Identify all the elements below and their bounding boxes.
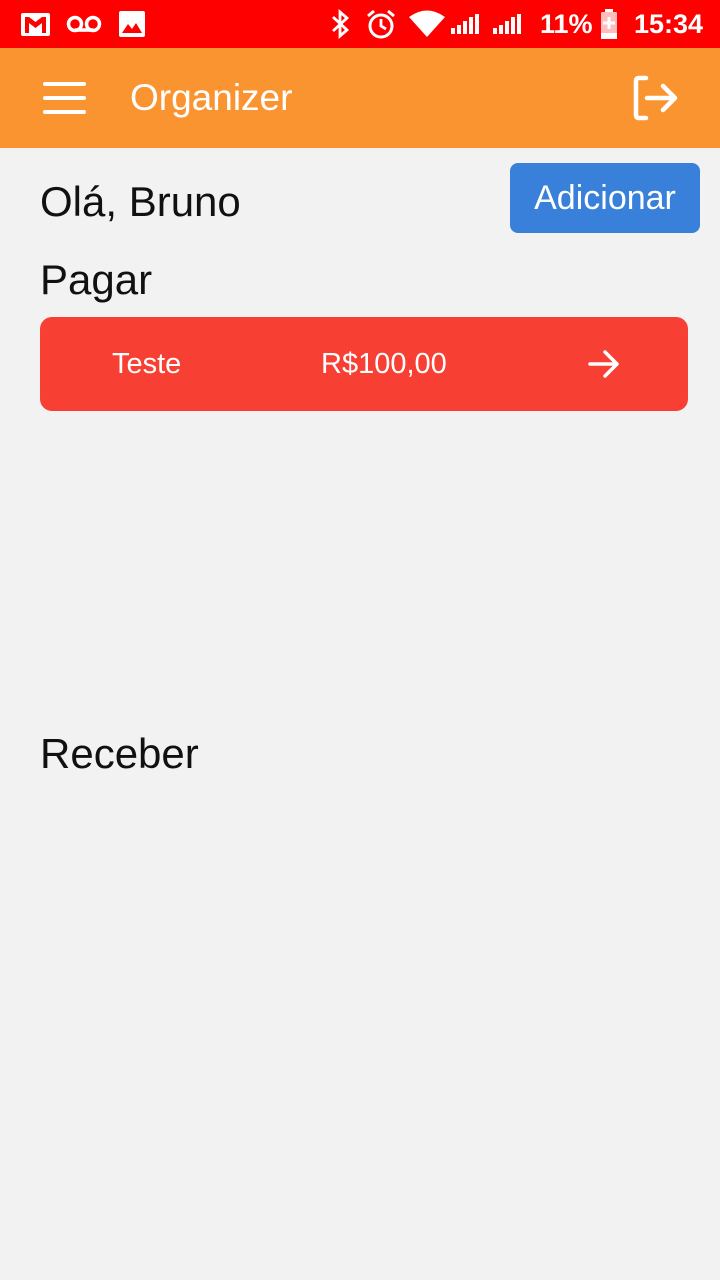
logout-button[interactable] bbox=[626, 72, 682, 124]
logout-icon bbox=[633, 75, 678, 121]
alarm-icon bbox=[365, 0, 397, 48]
bluetooth-icon bbox=[330, 0, 352, 48]
battery-charging-icon bbox=[600, 0, 618, 48]
pay-item-card[interactable]: Teste R$100,00 bbox=[40, 317, 688, 411]
wifi-icon bbox=[408, 0, 446, 48]
app-title: Organizer bbox=[130, 77, 293, 118]
pay-item-amount: R$100,00 bbox=[321, 348, 447, 380]
gmail-icon bbox=[20, 0, 51, 48]
clock: 15:34 bbox=[634, 9, 704, 39]
voicemail-icon bbox=[66, 0, 102, 48]
app-bar: Organizer bbox=[0, 48, 720, 148]
signal-icon-2 bbox=[492, 0, 522, 48]
signal-icon bbox=[450, 0, 480, 48]
image-icon bbox=[118, 0, 146, 48]
add-button[interactable]: Adicionar bbox=[510, 163, 700, 233]
pay-item-name: Teste bbox=[112, 348, 182, 380]
status-bar: 11% 15:34 bbox=[0, 0, 720, 48]
arrow-right-icon[interactable] bbox=[587, 348, 621, 380]
battery-percent: 11% bbox=[540, 9, 593, 39]
hamburger-menu-icon bbox=[43, 82, 86, 86]
menu-button[interactable] bbox=[36, 76, 92, 120]
pay-section-title: Pagar bbox=[40, 256, 153, 303]
greeting: Olá, Bruno bbox=[40, 178, 241, 225]
receive-section-title: Receber bbox=[40, 730, 199, 777]
